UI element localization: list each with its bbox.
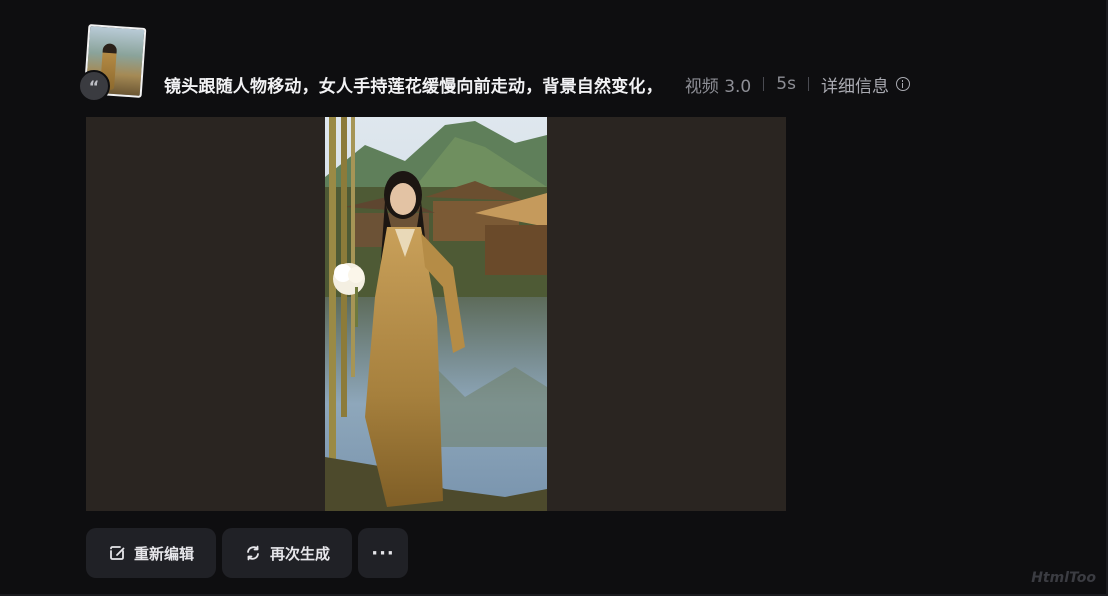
refresh-icon <box>247 545 259 561</box>
re-edit-label: 重新编辑 <box>133 544 194 563</box>
regenerate-label: 再次生成 <box>269 544 330 563</box>
video-still <box>325 117 547 511</box>
regenerate-button[interactable]: 再次生成 <box>222 528 352 578</box>
more-options-button[interactable]: ··· <box>358 528 408 578</box>
meta-divider <box>807 77 809 91</box>
edit-icon <box>110 546 125 560</box>
generation-card: “ 镜头跟随人物移动，女人手持莲花缓慢向前走动，背景自然变化， 视频 3.0 5… <box>0 0 1108 596</box>
model-label: 视频 3.0 <box>684 76 752 97</box>
meta-divider <box>763 77 765 91</box>
prompt-row: 镜头跟随人物移动，女人手持莲花缓慢向前走动，背景自然变化， 视频 3.0 5s … <box>164 70 910 98</box>
action-bar: 重新编辑 再次生成 ··· <box>86 528 408 578</box>
prompt-text[interactable]: 镜头跟随人物移动，女人手持莲花缓慢向前走动，背景自然变化， <box>164 72 663 97</box>
video-frame[interactable] <box>325 117 547 511</box>
reference-thumbnail[interactable]: “ <box>78 24 147 102</box>
quote-icon: “ <box>78 70 110 102</box>
info-icon[interactable] <box>895 77 910 91</box>
detail-link[interactable]: 详细信息 <box>821 72 889 97</box>
duration-label: 5s <box>776 74 796 94</box>
watermark-text: HtmlToo <box>1031 570 1096 586</box>
more-icon: ··· <box>371 542 395 564</box>
generation-meta: 视频 3.0 5s 详细信息 <box>685 72 910 97</box>
re-edit-button[interactable]: 重新编辑 <box>86 528 216 578</box>
video-preview-panel[interactable] <box>86 117 786 511</box>
